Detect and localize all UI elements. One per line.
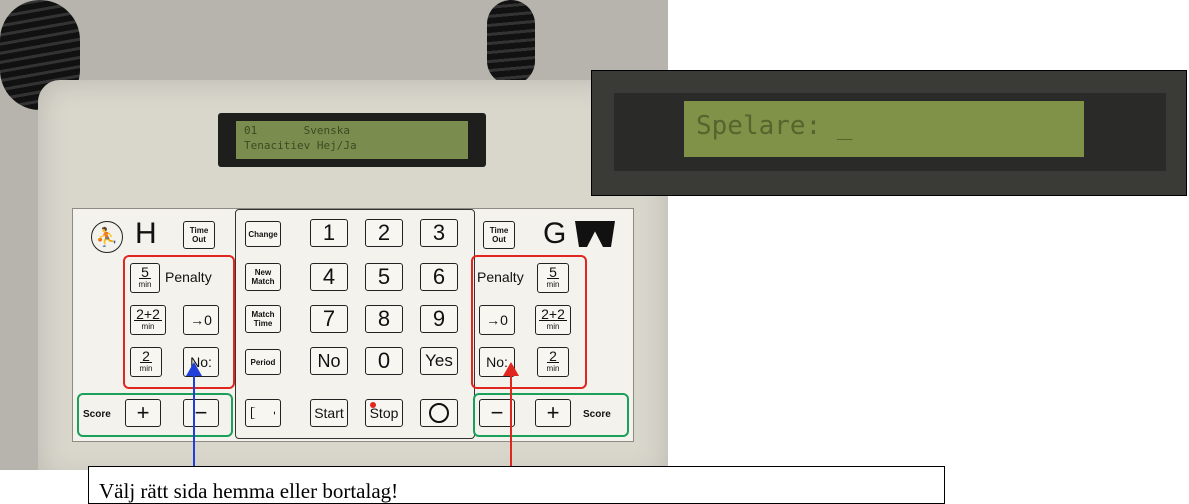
key-0[interactable]: 0	[365, 347, 403, 375]
player-icon: ⛹	[91, 221, 123, 253]
away-2min-button[interactable]: 2 min	[537, 347, 569, 377]
horn-button[interactable]	[245, 399, 281, 427]
instruction-text: Välj rätt sida hemma eller bortalag!	[99, 479, 399, 503]
key-label: 2+2	[134, 305, 162, 322]
away-reset-button[interactable]: →0	[479, 305, 515, 335]
key-label: 5	[139, 263, 151, 280]
key-8[interactable]: 8	[365, 305, 403, 333]
change-button[interactable]: Change	[245, 221, 281, 247]
yes-button[interactable]: Yes	[420, 347, 458, 375]
new-match-label-1: New	[254, 268, 272, 277]
min-label: min	[546, 279, 560, 289]
away-timeout-button[interactable]: Time Out	[483, 221, 515, 249]
horn-icon	[251, 407, 275, 419]
keypad: ⛹ H Time Out 5 min Penalty 2+2 min →0 2 min …	[72, 208, 634, 442]
away-arrow	[510, 372, 512, 468]
min-label: min	[138, 279, 152, 289]
timeout-label-1: Time	[489, 226, 509, 235]
home-score-plus-button[interactable]: +	[125, 399, 161, 427]
home-arrow	[193, 372, 195, 468]
key-label: 2	[140, 347, 152, 364]
home-2plus2-button[interactable]: 2+2 min	[130, 305, 166, 335]
clock-button[interactable]	[420, 399, 458, 427]
lcd-line-2: Tenacitiev Hej/Ja	[244, 139, 357, 152]
home-5min-button[interactable]: 5 min	[130, 263, 160, 293]
home-score-label: Score	[83, 409, 111, 420]
key-3[interactable]: 3	[420, 219, 458, 247]
period-button[interactable]: Period	[245, 349, 281, 375]
lcd-zoom-inset: Spelare: _	[591, 70, 1187, 196]
away-2plus2-button[interactable]: 2+2 min	[535, 305, 571, 335]
away-team-letter: G	[543, 217, 567, 250]
key-5[interactable]: 5	[365, 263, 403, 291]
match-time-label-1: Match	[251, 310, 275, 319]
home-score-minus-button[interactable]: −	[183, 399, 219, 427]
away-score-plus-button[interactable]: +	[535, 399, 571, 427]
min-label: min	[546, 321, 560, 331]
away-penalty-label: Penalty	[477, 269, 524, 285]
match-time-button[interactable]: Match Time	[245, 305, 281, 333]
device-photo: 01 Svenska Tenacitiev Hej/Ja ⛹ H Time Out …	[0, 0, 668, 470]
min-label: min	[139, 363, 153, 373]
key-label: 2	[547, 347, 559, 364]
key-7[interactable]: 7	[310, 305, 348, 333]
key-4[interactable]: 4	[310, 263, 348, 291]
key-1[interactable]: 1	[310, 219, 348, 247]
brand-logo-icon	[575, 221, 615, 247]
away-5min-button[interactable]: 5 min	[537, 263, 569, 293]
min-label: min	[141, 321, 155, 331]
clock-icon	[429, 403, 449, 423]
timeout-label-2: Out	[492, 235, 506, 244]
lcd-zoom-screen: Spelare: _	[684, 101, 1084, 157]
lcd-display: 01 Svenska Tenacitiev Hej/Ja	[218, 113, 486, 167]
home-reset-button[interactable]: →0	[183, 305, 219, 335]
away-score-label: Score	[583, 409, 611, 420]
start-button[interactable]: Start	[310, 399, 348, 427]
home-team-letter: H	[135, 217, 157, 250]
home-arrow-head	[186, 362, 202, 376]
no-button[interactable]: No	[310, 347, 348, 375]
key-6[interactable]: 6	[420, 263, 458, 291]
lcd-line-1: 01 Svenska	[244, 124, 350, 137]
min-label: min	[546, 363, 560, 373]
timeout-label-1: Time	[189, 226, 209, 235]
home-penalty-label: Penalty	[165, 269, 212, 285]
new-match-button[interactable]: New Match	[245, 263, 281, 291]
key-label: 5	[547, 263, 559, 280]
home-2min-button[interactable]: 2 min	[130, 347, 162, 377]
timeout-label-2: Out	[192, 235, 206, 244]
match-time-label-2: Time	[253, 319, 273, 328]
phone-cable-right	[487, 0, 535, 85]
stop-indicator-led	[370, 402, 376, 408]
home-timeout-button[interactable]: Time Out	[183, 221, 215, 249]
key-label: 2+2	[539, 305, 567, 322]
away-arrow-head	[503, 362, 519, 376]
key-9[interactable]: 9	[420, 305, 458, 333]
instruction-callout: Välj rätt sida hemma eller bortalag!	[88, 466, 945, 504]
key-2[interactable]: 2	[365, 219, 403, 247]
new-match-label-2: Match	[251, 277, 275, 286]
